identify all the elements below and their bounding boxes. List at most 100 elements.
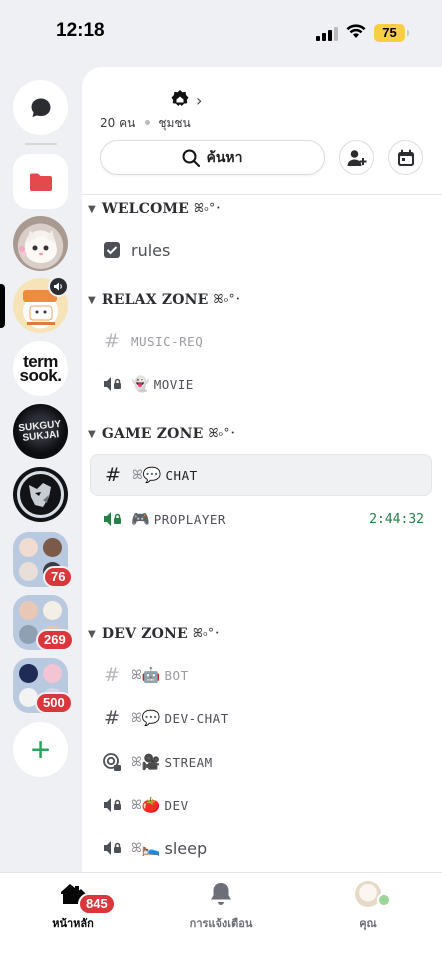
channel-rules[interactable]: rules xyxy=(90,229,432,271)
direct-messages-button[interactable] xyxy=(13,80,68,135)
folder-button[interactable] xyxy=(13,154,68,209)
guild-meta: 20 คน ชุมชน xyxy=(100,114,191,133)
sukguy-logo: SUKGUY SUKJAI xyxy=(18,418,62,444)
stage-lock-icon xyxy=(101,752,123,772)
channel-emoji: 🎮 xyxy=(131,510,150,528)
community-home-icon[interactable] xyxy=(170,89,190,113)
member-count: 20 คน xyxy=(100,116,136,130)
bell-icon xyxy=(211,883,231,905)
wifi-icon xyxy=(346,24,366,43)
status-time: 12:18 xyxy=(56,20,105,41)
folder-1-badge: 76 xyxy=(43,566,74,588)
channel-emoji: 🍅 xyxy=(141,796,161,814)
bracket-left: ꕤ xyxy=(131,754,142,770)
status-bar: 12:18 75 xyxy=(0,0,442,66)
rail-divider xyxy=(25,143,57,145)
chevron-down-icon: ▼ xyxy=(88,628,96,640)
chevron-right-icon[interactable]: › xyxy=(196,91,202,110)
channel-name: DEV xyxy=(164,797,189,813)
channel-name: PROPLAYER xyxy=(153,511,226,527)
community-label: ชุมชน xyxy=(158,116,191,130)
server-cat[interactable] xyxy=(13,216,68,271)
channel-emoji: 💬 xyxy=(141,709,161,727)
category-welcome[interactable]: ▼ WELCOME ꕤ৹°･ xyxy=(88,198,222,220)
category-name: DEV ZONE xyxy=(101,626,188,642)
header-divider xyxy=(82,194,442,195)
server-wolf[interactable] xyxy=(13,467,68,522)
bracket-left: ꕤ xyxy=(132,467,143,483)
category-relax-zone[interactable]: ▼ RELAX ZONE ꕤ৹°･ xyxy=(88,289,241,311)
home-badge: 845 xyxy=(78,893,116,915)
folder-2-badge: 269 xyxy=(36,629,74,651)
voice-timer: 2:44:32 xyxy=(369,511,424,527)
bracket-left: ꕤ xyxy=(131,710,142,726)
search-button[interactable]: ค้นหา xyxy=(100,140,325,175)
status-dot xyxy=(377,893,391,907)
server-lak-label[interactable] xyxy=(13,276,69,333)
category-deco: ꕤ৹°･ xyxy=(194,200,222,215)
channel-movie[interactable]: 👻 MOVIE xyxy=(90,363,432,405)
category-name: RELAX ZONE xyxy=(101,292,209,308)
speaker-lock-icon-active xyxy=(101,510,123,528)
channel-name: rules xyxy=(131,240,171,260)
server-term-sook[interactable]: term sook. xyxy=(13,341,68,396)
avatar xyxy=(355,881,391,907)
tab-notifications-label: การแจ้งเตือน xyxy=(189,917,253,930)
term-sook-logo: term sook. xyxy=(19,351,62,385)
speaker-lock-icon xyxy=(101,839,123,857)
channel-chat[interactable]: # ꕤ 💬 CHAT xyxy=(90,454,432,496)
wolf-logo-icon xyxy=(17,471,64,518)
category-deco: ꕤ৹°･ xyxy=(208,425,236,440)
tab-you-label: คุณ xyxy=(359,917,377,930)
channel-proplayer[interactable]: 🎮 PROPLAYER 2:44:32 xyxy=(90,498,432,540)
channel-emoji: 🛌 xyxy=(141,839,161,857)
channel-music-req[interactable]: # MUSIC-REQ xyxy=(90,320,432,362)
channel-name: BOT xyxy=(164,667,189,683)
channel-name: STREAM xyxy=(164,754,213,770)
chat-bubble-icon xyxy=(31,98,50,117)
folder-3-badge: 500 xyxy=(35,692,73,714)
search-label: ค้นหา xyxy=(206,149,243,166)
channel-name: sleep xyxy=(164,838,208,858)
channel-dev-chat[interactable]: # ꕤ 💬 DEV-CHAT xyxy=(90,697,432,739)
channel-stream[interactable]: ꕤ 🎥 STREAM xyxy=(90,741,432,783)
channel-bot[interactable]: # ꕤ 🤖 BOT xyxy=(90,654,432,696)
channel-emoji: 🎥 xyxy=(141,753,161,771)
channel-sleep[interactable]: ꕤ 🛌 sleep xyxy=(90,827,432,869)
channel-name: MOVIE xyxy=(153,376,194,392)
guild-header: › 20 คน ชุมชน ค้นหา xyxy=(82,67,442,195)
category-game-zone[interactable]: ▼ GAME ZONE ꕤ৹°･ xyxy=(88,423,236,445)
bottom-tab-bar: 845 หน้าหลัก การแจ้งเตือน คุณ xyxy=(0,872,442,960)
hashtag-icon: # xyxy=(104,664,120,686)
bracket-left: ꕤ xyxy=(131,840,142,856)
speaker-lock-icon xyxy=(101,796,123,814)
channel-panel: › 20 คน ชุมชน ค้นหา ▼ WELCOME ꕤ৹°･ rules … xyxy=(82,67,442,872)
bracket-left: ꕤ xyxy=(131,797,142,813)
channel-name: MUSIC-REQ xyxy=(131,333,204,349)
search-icon xyxy=(182,149,201,167)
server-sukguy-sukjai[interactable]: SUKGUY SUKJAI xyxy=(13,404,68,459)
speaker-lock-icon xyxy=(101,375,123,393)
category-deco: ꕤ৹°･ xyxy=(192,625,221,640)
add-member-icon xyxy=(347,149,366,166)
speaker-icon xyxy=(48,276,69,297)
battery-indicator: 75 xyxy=(374,24,409,42)
rules-icon xyxy=(101,241,123,259)
channel-name: CHAT xyxy=(165,467,198,483)
tab-you[interactable]: คุณ xyxy=(318,881,418,932)
bracket-left: ꕤ xyxy=(131,667,142,683)
hashtag-lock-icon: # xyxy=(104,707,120,729)
channel-emoji: 👻 xyxy=(131,375,150,393)
events-button[interactable] xyxy=(388,140,423,175)
tab-notifications[interactable]: การแจ้งเตือน xyxy=(171,881,271,932)
add-server-button[interactable]: + xyxy=(13,722,68,777)
invite-button[interactable] xyxy=(339,140,374,175)
tab-home-label: หน้าหลัก xyxy=(52,917,94,930)
category-dev-zone[interactable]: ▼ DEV ZONE ꕤ৹°･ xyxy=(88,623,220,645)
category-name: GAME ZONE xyxy=(101,426,204,442)
cat-avatar-icon xyxy=(19,230,57,263)
hashtag-icon: # xyxy=(104,330,120,352)
channel-dev[interactable]: ꕤ 🍅 DEV xyxy=(90,784,432,826)
tab-home[interactable]: 845 หน้าหลัก xyxy=(23,881,123,932)
channel-emoji: 💬 xyxy=(142,466,162,484)
